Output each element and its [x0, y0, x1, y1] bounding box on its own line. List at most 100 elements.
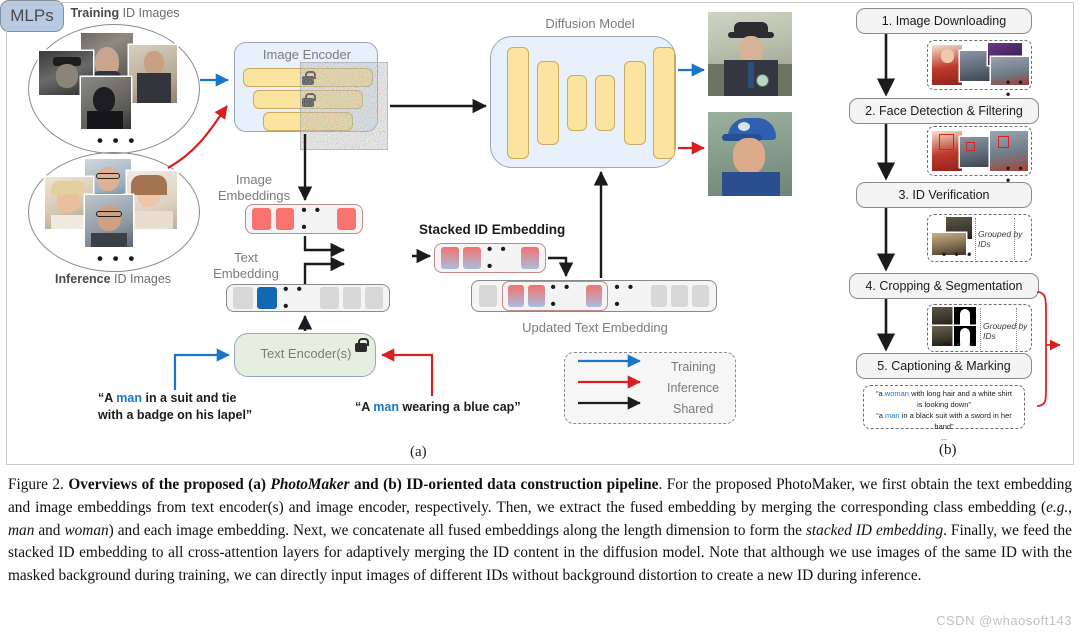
unet-block [567, 75, 587, 131]
updated-text-id-cell [586, 285, 603, 307]
training-prompt-part3: in a suit and tie [142, 391, 237, 405]
legend-label-training: Training [671, 360, 716, 374]
image-embedding-cell [275, 208, 295, 230]
updated-text-embedding-strip: • • • • • • [471, 279, 717, 313]
inference-prompt: “A man wearing a blue cap” [355, 399, 595, 416]
image-encoder-title: Image Encoder [262, 47, 352, 62]
caption-figure-number: Figure 2. [8, 476, 64, 493]
sample-box-2-ellipsis: • • • [1006, 161, 1026, 187]
updated-text-cell [650, 285, 668, 307]
training-thumb-3 [129, 45, 177, 103]
grouped-by-ids-label: Grouped by IDs [978, 229, 1023, 249]
unet-block [624, 61, 646, 145]
text-embedding-class-token [257, 287, 278, 309]
training-prompt-part1: “A [98, 391, 117, 405]
output-image-training [708, 12, 792, 96]
figure-root: Training ID Images • • • • • • Inference… [0, 0, 1080, 640]
pipeline-step-5[interactable]: 5. Captioning & Marking [856, 353, 1032, 379]
unet-block [595, 75, 615, 131]
text-embedding-label-line1: Text [234, 250, 258, 265]
updated-text-cell [692, 285, 710, 307]
stacked-id-cell [441, 247, 460, 269]
sample-thumb [932, 45, 962, 85]
caption-italic-man: man [8, 521, 35, 539]
figure-border-top [6, 2, 1074, 3]
sample-thumb [960, 137, 994, 167]
lock-icon [355, 338, 369, 352]
panel-a-label: (a) [410, 444, 427, 460]
image-embeddings-label-line1: Image [235, 172, 273, 187]
text-embedding-cell [233, 287, 254, 309]
stacked-id-cell [463, 247, 482, 269]
training-label-rest: ID Images [119, 6, 180, 20]
caption-line-3: “a man in a black suit with a sword in h… [876, 410, 1012, 420]
updated-text-cell [671, 285, 689, 307]
watermark: CSDN @whaosoft143 [936, 613, 1072, 628]
text-embedding-strip: • • • [226, 281, 390, 315]
sample-box-4-ellipsis: • • • [944, 337, 976, 351]
figure-border-left [6, 2, 7, 465]
stacked-id-embedding-strip: • • • [434, 241, 546, 275]
sample-box-4: • • • Grouped by IDs [927, 304, 1032, 352]
text-embedding-cell [320, 287, 339, 309]
caption-italic-woman: woman [64, 521, 109, 539]
diffusion-model-box[interactable] [490, 36, 676, 168]
caption-italic-photomaker: PhotoMaker [270, 476, 350, 493]
sample-box-2: • • • [927, 126, 1032, 186]
inference-thumb-4 [85, 195, 133, 247]
training-prompt-class: man [116, 391, 142, 405]
sample-thumb [932, 307, 954, 327]
pipeline-step-4[interactable]: 4. Cropping & Segmentation [849, 273, 1039, 299]
unet-block [507, 47, 529, 159]
panel-b-label: (b) [939, 442, 957, 458]
legend-label-inference: Inference [667, 381, 720, 395]
text-encoder-box[interactable]: Text Encoder(s) [234, 333, 376, 377]
training-id-images-caption: Training ID Images [25, 6, 225, 20]
caption-italic-eg: e.g. [1046, 498, 1069, 516]
figure-border-right [1073, 2, 1074, 465]
training-thumb-4 [81, 77, 131, 129]
unet-block [537, 61, 559, 145]
updated-text-id-ellipsis: • • • [550, 279, 572, 313]
updated-text-embedding-label: Updated Text Embedding [522, 320, 668, 335]
inference-id-oval: • • • [28, 152, 200, 272]
grouped-by-ids-label: Grouped by IDs [983, 321, 1028, 341]
image-embeddings-strip: • • • [245, 202, 363, 236]
pipeline-step-2[interactable]: 2. Face Detection & Filtering [849, 98, 1039, 124]
unet-block [653, 47, 675, 159]
caption-body-4: ) and each image embedding. Next, we con… [108, 521, 806, 539]
inference-thumb-3 [127, 171, 177, 229]
group-divider [975, 218, 976, 260]
figure-border-bottom [6, 464, 1074, 465]
caption-line-4: hand” [934, 421, 954, 431]
updated-text-id-cell [507, 285, 525, 307]
text-embedding-ellipsis: • • • [283, 281, 304, 315]
updated-text-cell [479, 285, 497, 307]
caption-line-2: is looking down” [917, 399, 971, 409]
noise-latent-image [299, 61, 389, 151]
sample-box-1: • • • [927, 40, 1032, 100]
caption-bold-mid: and (b) ID-oriented data construction pi… [349, 476, 659, 493]
training-oval-ellipsis: • • • [97, 131, 137, 150]
inference-prompt-part1: “A [355, 400, 374, 414]
updated-text-id-group: • • • [501, 279, 609, 313]
inference-prompt-part3: wearing a blue cap” [399, 400, 521, 414]
caption-line-1: “a woman with long hair and a white shir… [876, 389, 1012, 398]
legend-label-shared: Shared [673, 402, 714, 416]
text-embedding-cell [364, 287, 384, 309]
sample-box-3-ellipsis: • • • [942, 247, 974, 261]
sample-box-3: • • • Grouped by IDs [927, 214, 1032, 262]
caption-sample-box: “a woman with long hair and a white shir… [863, 385, 1025, 442]
image-embeddings-ellipsis: • • • [301, 202, 323, 236]
text-embedding-cell [342, 287, 361, 309]
caption-body-2: , [1068, 498, 1072, 516]
text-embedding-label-line2: Embedding [213, 266, 279, 281]
pipeline-step-1[interactable]: 1. Image Downloading [856, 8, 1032, 34]
figure-caption: Figure 2. Overviews of the proposed (a) … [8, 474, 1072, 588]
legend-box: Training Inference Shared [564, 352, 736, 424]
stacked-id-cell [520, 247, 539, 269]
caption-body-3: and [34, 521, 65, 539]
caption-bold-title: Overviews of the proposed (a) [63, 476, 271, 493]
caption-italic-stacked: stacked ID embedding [805, 521, 944, 539]
stacked-id-embedding-label: Stacked ID Embedding [419, 222, 566, 237]
